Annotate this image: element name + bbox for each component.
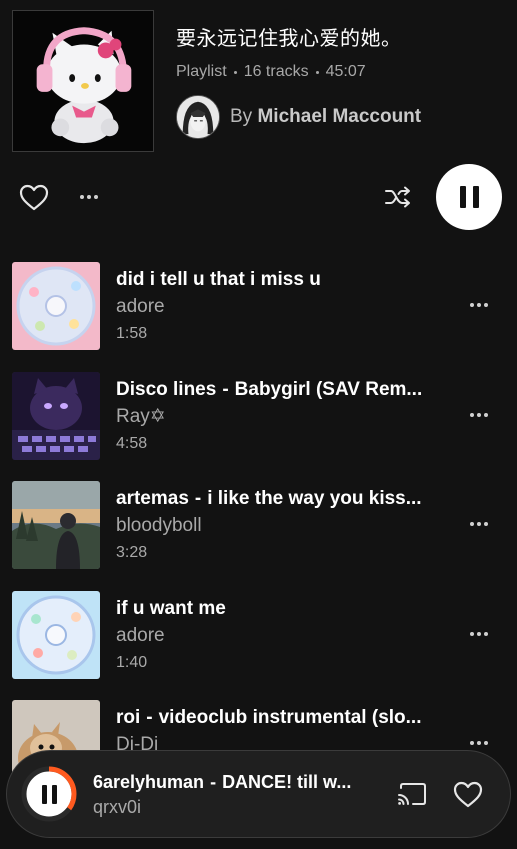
playlist-author[interactable]: By Michael Maccount xyxy=(176,95,505,139)
author-name[interactable]: Michael Maccount xyxy=(257,106,421,127)
track-duration: 4:58 xyxy=(116,434,148,452)
author-prefix: By xyxy=(230,106,253,127)
track-info: artemas - i like the way you kiss... blood… xyxy=(116,487,453,563)
mini-play-pause-button[interactable] xyxy=(21,766,77,822)
now-playing-bar[interactable]: 6arelyhuman - DANCE! till w... qrxv0i xyxy=(6,750,511,838)
track-artist: bloodyboll xyxy=(116,515,202,536)
author-line: By Michael Maccount xyxy=(230,106,421,128)
playlist-screen: 要永远记住我心爱的她。 Playlist 16 tracks 45:07 By … xyxy=(0,0,517,849)
playlist-controls xyxy=(0,163,517,231)
playlist-info: Playlist 16 tracks 45:07 xyxy=(176,63,505,81)
cast-button[interactable] xyxy=(396,780,428,808)
now-playing-subtitle: qrxv0i xyxy=(93,797,142,817)
heart-outline-icon xyxy=(19,184,49,210)
title-separator: - xyxy=(146,707,153,728)
track-artist: Ray✡ xyxy=(116,405,166,427)
track-artwork xyxy=(12,371,100,460)
more-horizontal-icon xyxy=(470,741,488,745)
track-title: artemas - i like the way you kiss... xyxy=(116,488,422,509)
title-separator: - xyxy=(194,488,202,509)
playlist-meta: 要永远记住我心爱的她。 Playlist 16 tracks 45:07 By … xyxy=(176,26,505,139)
track-more-button[interactable] xyxy=(468,514,490,534)
playlist-title: 要永远记住我心爱的她。 xyxy=(176,28,402,50)
track-row[interactable]: did i tell u that i miss u adore 1:58 xyxy=(0,262,517,372)
playlist-track-count: 16 tracks xyxy=(243,63,309,80)
now-playing-title: 6arelyhuman - DANCE! till w... xyxy=(93,772,352,792)
playlist-cover-image xyxy=(12,10,154,152)
more-horizontal-icon xyxy=(470,412,488,417)
title-separator: - xyxy=(222,378,229,400)
track-list: did i tell u that i miss u adore 1:58 Di… xyxy=(0,262,517,810)
track-artwork xyxy=(12,481,100,569)
track-info: if u want me adore 1:40 xyxy=(116,597,453,673)
track-row[interactable]: Disco lines - Babygirl (SAV Rem... Ray✡ 4:… xyxy=(0,371,517,482)
more-horizontal-icon xyxy=(80,195,98,199)
track-row[interactable]: if u want me adore 1:40 xyxy=(0,590,517,701)
track-artist: adore xyxy=(116,296,165,317)
pause-icon xyxy=(459,186,479,208)
like-track-button[interactable] xyxy=(451,778,485,810)
track-duration: 3:28 xyxy=(116,544,148,561)
playlist-type: Playlist xyxy=(176,63,227,80)
playlist-duration: 45:07 xyxy=(325,63,366,80)
track-title: roi - videoclub instrumental (slo... xyxy=(116,707,422,728)
track-artwork xyxy=(12,262,100,350)
track-title: if u want me xyxy=(116,597,226,619)
track-duration: 1:58 xyxy=(116,325,148,342)
now-playing-info[interactable]: 6arelyhuman - DANCE! till w... qrxv0i xyxy=(93,771,383,818)
track-info: roi - videoclub instrumental (slo... Di-Di xyxy=(116,706,453,756)
more-horizontal-icon xyxy=(470,522,488,526)
author-avatar[interactable] xyxy=(176,95,220,139)
track-more-button[interactable] xyxy=(468,295,490,315)
track-info: did i tell u that i miss u adore 1:58 xyxy=(116,268,453,344)
pause-icon xyxy=(21,766,77,822)
separator-dot xyxy=(315,70,319,74)
cast-icon xyxy=(398,783,426,805)
track-title: did i tell u that i miss u xyxy=(116,269,321,290)
track-duration: 1:40 xyxy=(116,653,148,671)
track-info: Disco lines - Babygirl (SAV Rem... Ray✡ 4:… xyxy=(116,378,453,454)
shuffle-icon xyxy=(385,186,410,208)
track-more-button[interactable] xyxy=(468,405,490,425)
heart-outline-icon xyxy=(453,781,483,807)
track-title: Disco lines - Babygirl (SAV Rem... xyxy=(116,378,423,400)
like-playlist-button[interactable] xyxy=(16,182,52,212)
track-artist: adore xyxy=(116,624,165,646)
play-pause-button[interactable] xyxy=(436,164,502,230)
track-artwork xyxy=(12,590,100,679)
track-more-button[interactable] xyxy=(468,624,490,644)
more-horizontal-icon xyxy=(470,631,488,636)
playlist-more-button[interactable] xyxy=(74,185,104,209)
title-separator: - xyxy=(210,772,217,792)
separator-dot xyxy=(233,70,237,74)
shuffle-button[interactable] xyxy=(381,182,415,212)
more-horizontal-icon xyxy=(470,303,488,307)
playlist-header: 要永远记住我心爱的她。 Playlist 16 tracks 45:07 By … xyxy=(12,10,505,152)
track-row[interactable]: artemas - i like the way you kiss... blood… xyxy=(0,481,517,591)
